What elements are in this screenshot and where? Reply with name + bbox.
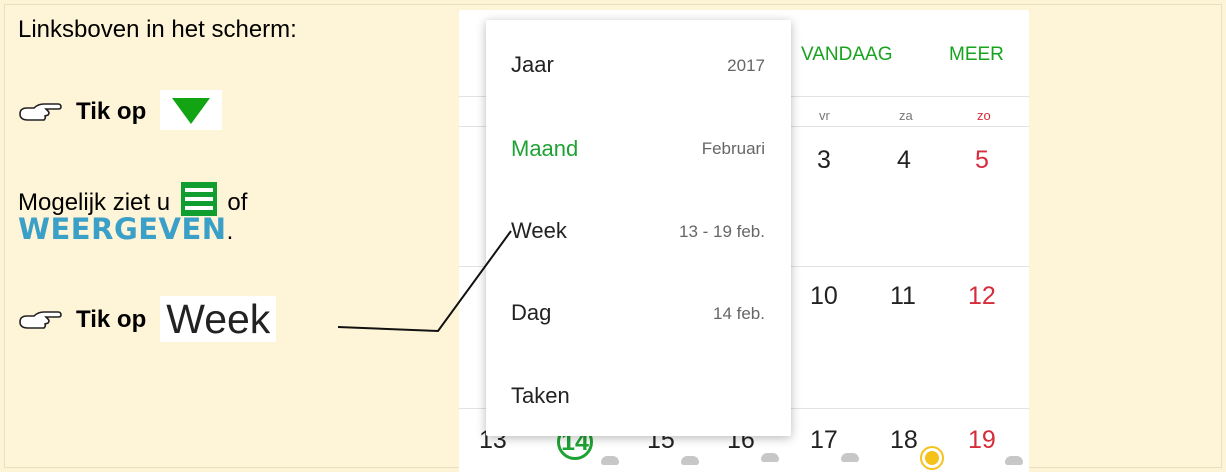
cloud-icon: [681, 456, 699, 465]
hamburger-menu-icon: [180, 182, 217, 216]
cloud-icon: [841, 453, 859, 462]
today-button[interactable]: VANDAAG: [801, 44, 893, 66]
more-button[interactable]: MEER: [949, 44, 1004, 66]
week-word: Week: [160, 296, 277, 342]
cloud-icon: [1005, 456, 1023, 465]
weekday-sun: zo: [977, 108, 991, 123]
menu-item-tasks[interactable]: Taken: [486, 348, 791, 430]
weekday-fri: vr: [819, 108, 830, 123]
calendar-day[interactable]: 12: [968, 282, 996, 311]
weergeven-label: WEERGEVEN: [18, 212, 227, 246]
menu-item-month[interactable]: Maand Februari: [486, 102, 791, 184]
cloud-icon: [761, 453, 779, 462]
calendar-day[interactable]: 5: [975, 146, 989, 175]
menu-item-year[interactable]: Jaar 2017: [486, 20, 791, 102]
view-menu-dropdown: Jaar 2017 Maand Februari Week 13 - 19 fe…: [486, 20, 791, 436]
instruction-alternative: Mogelijk ziet u of WEERGEVEN.: [18, 182, 348, 245]
sun-icon: [925, 451, 939, 465]
calendar-day[interactable]: 11: [890, 282, 916, 311]
calendar-day[interactable]: 18: [890, 426, 918, 455]
pointing-hand-icon: [19, 311, 62, 329]
tap-label: Tik op: [76, 98, 147, 125]
calendar-day[interactable]: 4: [897, 146, 911, 175]
step-tap-week: Tik op Week: [18, 296, 277, 342]
instruction-heading: Linksboven in het scherm:: [18, 16, 297, 43]
pointing-hand-icon: [19, 103, 62, 121]
menu-item-week[interactable]: Week 13 - 19 feb.: [486, 184, 791, 266]
tap-label: Tik op: [76, 306, 147, 333]
calendar-day[interactable]: 3: [817, 146, 831, 175]
calendar-day[interactable]: 19: [968, 426, 996, 455]
instruction-panel: Linksboven in het scherm: Tik op Mogelij…: [14, 10, 434, 470]
cloud-icon: [601, 456, 619, 465]
step-tap-triangle: Tik op: [18, 90, 223, 130]
calendar-day[interactable]: 10: [810, 282, 838, 311]
menu-item-day[interactable]: Dag 14 feb.: [486, 266, 791, 348]
calendar-day[interactable]: 17: [810, 426, 838, 455]
green-triangle-icon: [160, 90, 223, 130]
weekday-sat: za: [899, 108, 913, 123]
